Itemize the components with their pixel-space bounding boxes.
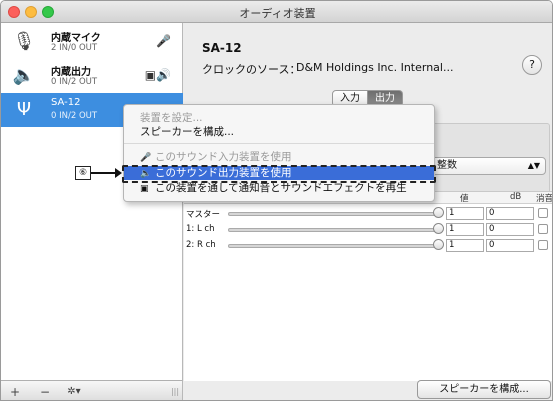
configure-speakers-button[interactable]: スピーカーを構成... [417,380,551,399]
menu-item-label: このサウンド入力装置を使用 [155,151,292,163]
menu-separator [124,143,434,144]
callout-arrowhead-icon [115,168,122,178]
volume-table: 値 dB 消音 マスター 1 0 1: L ch 1 0 2: R ch 1 0 [184,191,553,381]
menu-item-configure-speakers[interactable]: スピーカーを構成... [124,125,434,139]
usb-icon: Ψ [16,99,32,120]
up-down-arrows-icon: ▲▼ [527,161,540,170]
device-detail-pane: SA-12 クロックのソース： D&M Holdings Inc. Intern… [184,23,553,400]
device-item-builtin-mic[interactable]: 🎙 内蔵マイク 2 IN/0 OUT 🎤 [1,25,183,59]
volume-slider-knob[interactable] [433,239,444,250]
column-mute: 消音 [536,194,553,204]
value-field[interactable]: 1 [446,223,484,236]
sidebar-toolbar: + − ✲▾ ||| [1,380,183,400]
audio-devices-window: オーディオ装置 🎙 内蔵マイク 2 IN/0 OUT 🎤 🔈 内蔵出力 0 IN… [0,0,553,401]
column-db: dB [510,192,522,202]
microphone-icon: 🎤 [140,153,152,163]
db-field[interactable]: 0 [486,239,534,252]
alert-sound-icon: ▣ [140,184,149,194]
menu-item-label: この装置を通して通知音とサウンドエフェクトを再生 [155,182,407,194]
device-io: 0 IN/2 OUT [51,111,98,121]
resize-handle[interactable]: ||| [169,384,181,400]
device-title: SA-12 [202,41,242,55]
device-io: 2 IN/0 OUT [51,43,98,53]
db-field[interactable]: 0 [486,207,534,220]
clock-source-select[interactable]: D&M Holdings Inc. Internal... [296,61,453,74]
channel-name: マスター [186,210,221,220]
device-name: 内蔵マイク [51,33,101,44]
remove-device-button[interactable]: − [35,384,55,400]
callout-highlight-frame [122,165,436,183]
column-value: 値 [460,194,469,204]
speaker-icon: 🔈 [12,65,36,86]
volume-slider-knob[interactable] [433,223,444,234]
menu-item-use-for-input[interactable]: 🎤 このサウンド入力装置を使用 [124,150,434,164]
clock-source-label: クロックのソース： [202,63,301,76]
mute-checkbox[interactable] [538,224,548,234]
add-device-button[interactable]: + [5,384,25,400]
microphone-indicator-icon: 🎤 [156,34,171,48]
mute-checkbox[interactable] [538,240,548,250]
volume-slider-knob[interactable] [433,207,444,218]
volume-slider[interactable] [228,212,436,216]
gear-menu-button[interactable]: ✲▾ [61,384,87,400]
device-io: 0 IN/2 OUT [51,77,98,87]
menu-item-use-for-alerts[interactable]: ▣ この装置を通して通知音とサウンドエフェクトを再生 [124,181,434,195]
channel-name: 2: R ch [186,240,216,250]
table-row: マスター 1 0 [184,206,552,222]
device-item-builtin-output[interactable]: 🔈 内蔵出力 0 IN/2 OUT ▣🔊 [1,59,183,93]
table-row: 2: R ch 1 0 [184,238,552,254]
db-field[interactable]: 0 [486,223,534,236]
menu-item-configure-device[interactable]: 装置を設定... [124,111,434,125]
context-menu: 装置を設定... スピーカーを構成... 🎤 このサウンド入力装置を使用 🔈 このサ… [123,104,435,202]
channel-name: 1: L ch [186,224,215,234]
callout-number: ⑥ [75,166,91,180]
mute-checkbox[interactable] [538,208,548,218]
window-title: オーディオ装置 [239,7,316,20]
title-bar: オーディオ装置 [1,1,552,23]
format-value: 整数 [437,160,457,171]
device-name: 内蔵出力 [51,67,91,78]
volume-slider[interactable] [228,228,436,232]
volume-slider[interactable] [228,244,436,248]
microphone-icon: 🎙 [12,31,36,52]
help-button[interactable]: ? [522,55,542,75]
sound-output-indicator-icon: ▣🔊 [144,68,171,82]
value-field[interactable]: 1 [446,239,484,252]
table-row: 1: L ch 1 0 [184,222,552,238]
value-field[interactable]: 1 [446,207,484,220]
format-select[interactable]: 整数 ▲▼ [430,157,546,175]
device-name: SA-12 [51,97,81,108]
